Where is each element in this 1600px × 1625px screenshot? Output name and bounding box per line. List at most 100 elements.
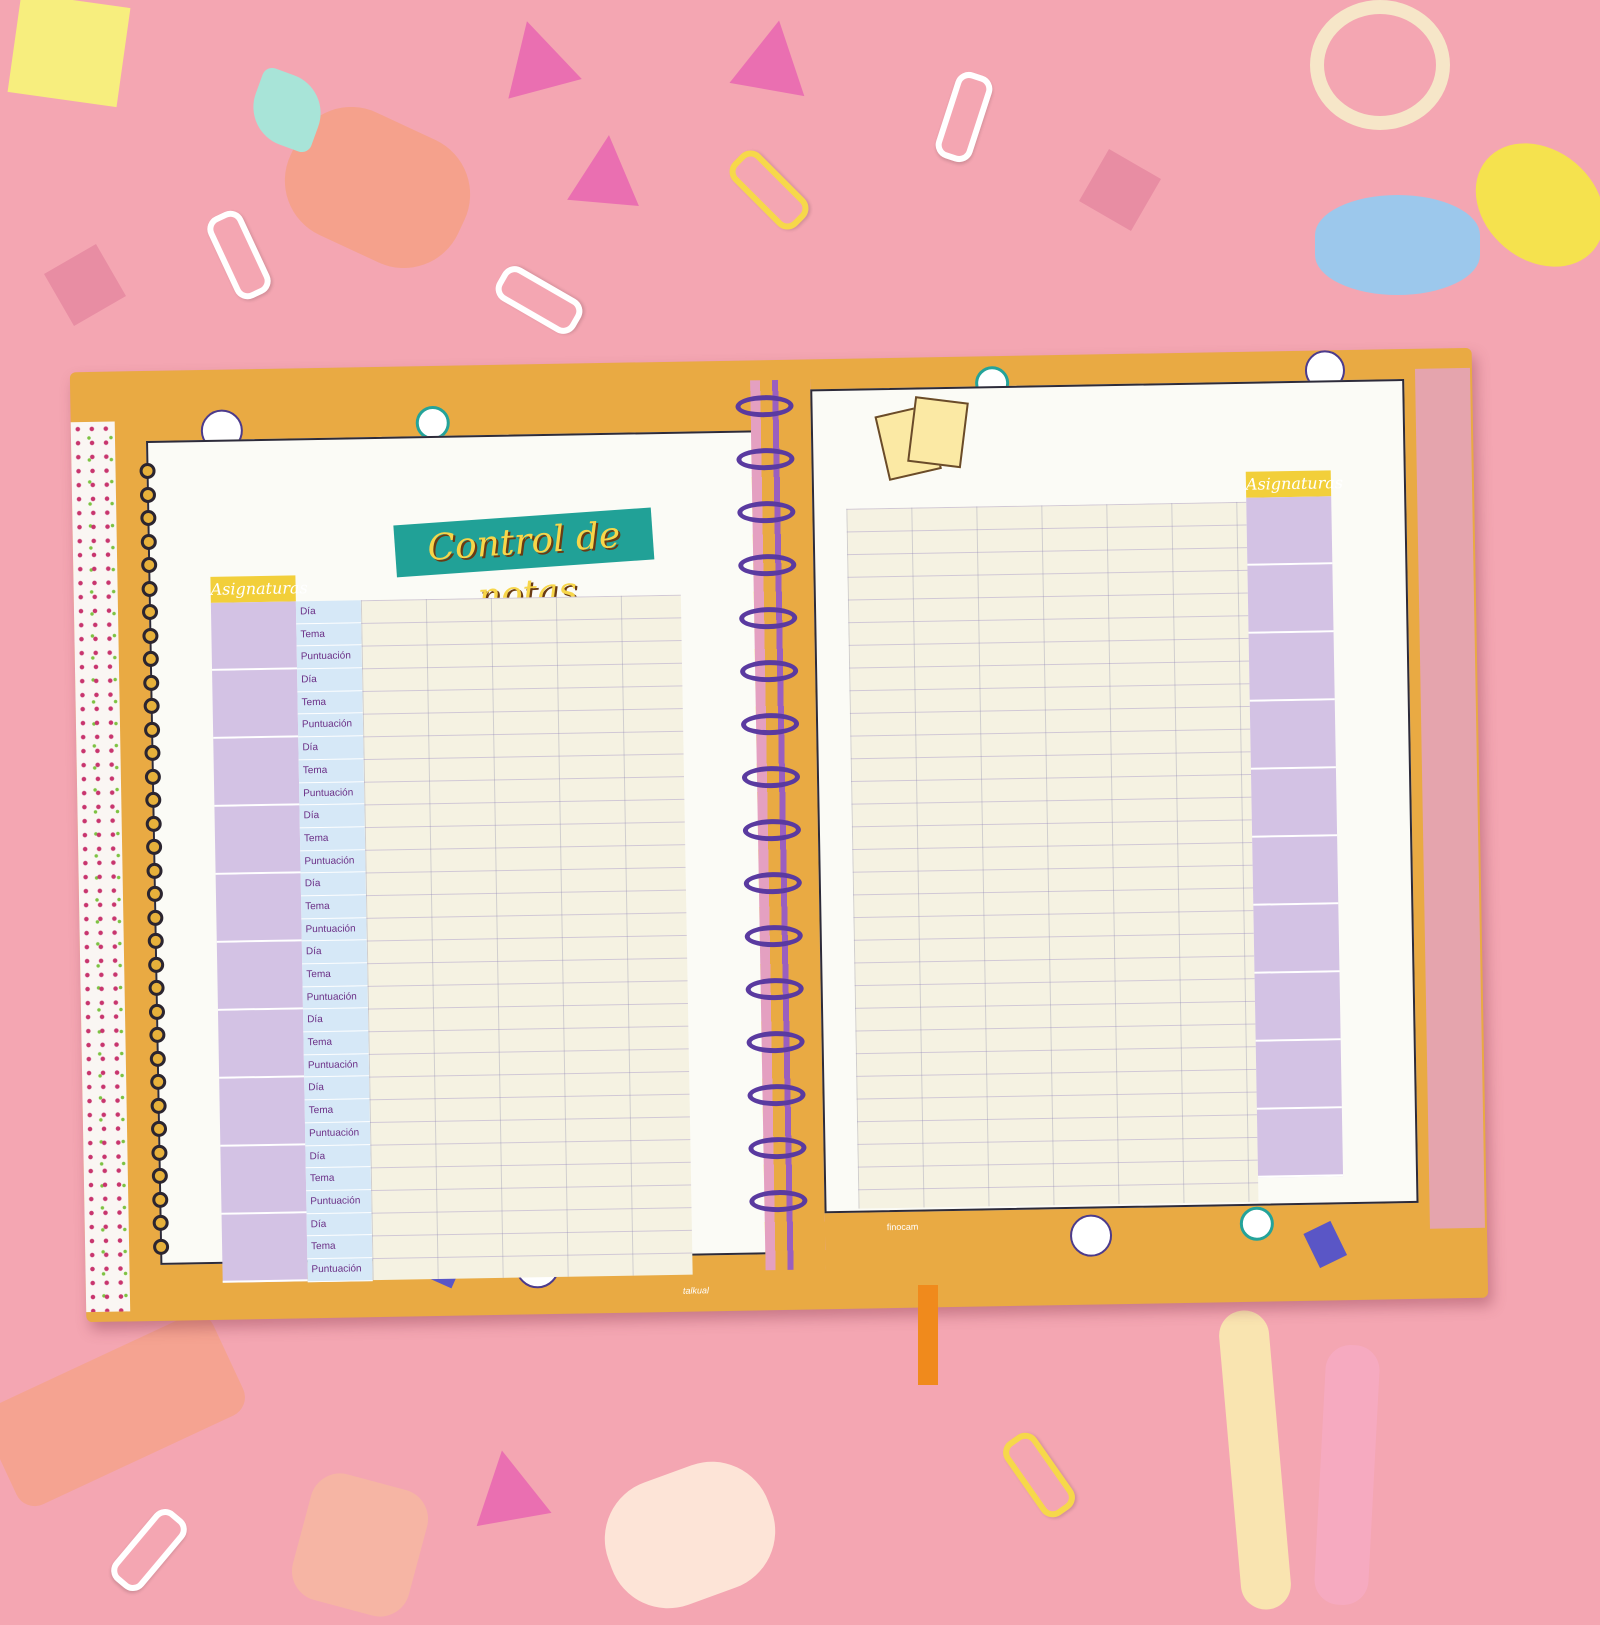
row-label: Día (295, 600, 362, 625)
subject-box (1252, 836, 1339, 906)
row-label: Día (306, 1212, 372, 1237)
subject-box (1250, 768, 1338, 838)
triangle-clip-pink (490, 11, 582, 99)
left-page: Control de notas Asignaturas Día Tema Punt… (146, 430, 785, 1296)
binder-clip-pink (44, 244, 126, 326)
row-label: Día (302, 1008, 369, 1033)
binder-clip-pink (1079, 149, 1161, 231)
coil-ring (143, 721, 161, 738)
coil-ring (139, 486, 157, 503)
cover-edge-pattern (70, 421, 131, 1313)
brand-logo-left: talkual (682, 1285, 710, 1296)
row-label: Puntuación (302, 985, 368, 1010)
checklist-notes-icon (907, 396, 969, 469)
paperclip (932, 68, 996, 166)
row-label: Puntuación (307, 1258, 373, 1282)
row-labels-column: Día Tema Puntuación Día Tema Puntuación Día Tem… (295, 600, 373, 1282)
calculator-icon (1303, 1220, 1348, 1269)
subject-box (221, 1213, 308, 1283)
row-label: Puntuación (297, 713, 364, 738)
subject-box (1248, 632, 1335, 702)
row-label: Tema (298, 759, 365, 783)
subject-box (1254, 972, 1341, 1042)
coil-ring (145, 815, 162, 832)
row-label: Tema (296, 622, 362, 647)
washi-tape-pink (1310, 0, 1450, 130)
coil-ring (149, 1050, 166, 1067)
coil-ring (150, 1097, 167, 1114)
coil-ring (152, 1238, 170, 1255)
left-coil (70, 348, 1472, 1255)
row-label: Día (301, 940, 368, 965)
right-page: Asignaturas finocam (810, 379, 1419, 1232)
subject-box (214, 805, 301, 875)
triangle-clip-pink (729, 13, 817, 97)
brand-logo-right: finocam (886, 1221, 919, 1233)
subject-box (1246, 496, 1333, 566)
subjects-header-right: Asignaturas (1245, 470, 1343, 498)
ribbon-bookmark[interactable] (918, 1285, 938, 1385)
subject-box (212, 669, 299, 739)
row-label: Tema (306, 1235, 373, 1260)
row-label: Tema (300, 895, 367, 919)
stapler (0, 1307, 252, 1513)
row-label: Puntuación (303, 1053, 370, 1078)
coil-ring (151, 1144, 168, 1161)
correction-tape (587, 1444, 793, 1625)
row-label: Tema (297, 690, 363, 715)
notebook-cover: Control de notas Asignaturas Día Tema Punt… (69, 347, 1489, 1323)
paperclip (490, 261, 588, 339)
subject-column-left (210, 601, 308, 1283)
pen-cream (1217, 1308, 1293, 1612)
page-title: Control de notas (393, 507, 655, 618)
triangle-clip-pink (464, 1443, 552, 1527)
yellow-eraser (7, 0, 131, 108)
subject-box (1247, 564, 1334, 634)
row-label: Puntuación (301, 917, 367, 942)
paperclip-yellow (723, 144, 815, 236)
pen-pink (1313, 1343, 1381, 1607)
row-label: Tema (302, 963, 368, 988)
row-label: Puntuación (296, 645, 363, 670)
subject-box (217, 1009, 305, 1079)
subject-box (1255, 1040, 1342, 1110)
subject-box (1253, 904, 1340, 974)
row-label: Tema (305, 1167, 372, 1192)
washi-tape-blue (1315, 195, 1480, 295)
subject-column-right (1246, 496, 1344, 1178)
soccer-ball-icon (1069, 1214, 1113, 1257)
coil-ring (146, 862, 163, 879)
subject-box (215, 873, 302, 943)
row-label: Tema (304, 1099, 370, 1124)
triangle-clip-pink (567, 131, 645, 207)
cover-flap-right (1414, 367, 1485, 1229)
row-label: Día (297, 668, 363, 693)
paperclip-yellow (997, 1427, 1081, 1523)
subject-box (220, 1145, 307, 1215)
grades-grid-right[interactable] (846, 501, 1259, 1209)
row-label: Día (299, 804, 365, 829)
row-label: Día (305, 1144, 371, 1169)
coil-ring (140, 533, 157, 550)
row-label: Tema (299, 827, 366, 851)
clock-icon (1239, 1206, 1275, 1242)
row-label: Tema (303, 1031, 369, 1056)
subject-box (1256, 1108, 1344, 1178)
row-label: Puntuación (300, 849, 366, 874)
coil-ring (144, 768, 162, 785)
grades-grid-left[interactable] (360, 594, 693, 1281)
row-label: Puntuación (299, 781, 365, 806)
spiral-rings (70, 348, 1472, 1213)
row-label: Puntuación (306, 1190, 372, 1214)
coil-ring (142, 627, 159, 644)
row-label: Día (300, 872, 366, 897)
row-label: Día (304, 1076, 370, 1101)
subject-box (219, 1077, 306, 1147)
subject-box (1249, 700, 1336, 770)
paperclip (202, 206, 276, 304)
subject-box (210, 601, 298, 671)
coil-ring (143, 674, 160, 691)
coil-ring (141, 580, 158, 597)
coil-ring (152, 1191, 169, 1208)
coil-ring (148, 956, 165, 973)
